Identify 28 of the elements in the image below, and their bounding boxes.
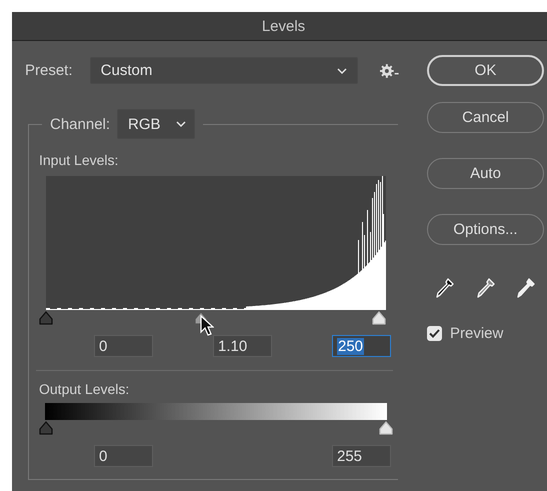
input-field[interactable]: 0	[94, 335, 153, 357]
pointer-icon	[200, 315, 214, 337]
slider-handle[interactable]	[39, 311, 53, 325]
input-field[interactable]: 255	[332, 445, 391, 467]
dialog-button[interactable]: Auto	[427, 158, 544, 189]
input-field[interactable]: 0	[94, 445, 153, 467]
preview-checkbox[interactable]	[427, 326, 442, 341]
eyedropper-icon[interactable]	[435, 277, 455, 299]
preset-dropdown[interactable]: Custom	[90, 57, 358, 84]
dialog-button[interactable]: Cancel	[427, 102, 544, 133]
chevron-icon	[337, 68, 348, 74]
input-levels-label: Input Levels:	[39, 152, 118, 168]
slider-handle[interactable]	[39, 421, 53, 435]
input-field[interactable]: 250	[332, 335, 391, 357]
channel-dropdown[interactable]: RGB	[117, 109, 196, 139]
dialog-button[interactable]: Options...	[427, 214, 544, 245]
eyedropper-icon[interactable]	[516, 277, 536, 299]
settings-icon[interactable]	[380, 62, 400, 78]
slider-handle[interactable]	[379, 421, 393, 435]
output-levels-label: Output Levels:	[39, 381, 130, 397]
channel-label: Channel:	[50, 116, 110, 132]
window-title: Levels	[262, 18, 306, 34]
dialog-button[interactable]: OK	[427, 55, 544, 86]
chevron-icon	[176, 121, 186, 127]
preview-label: Preview	[450, 325, 504, 342]
input-field[interactable]: 1.10	[213, 335, 272, 357]
preset-label: Preset:	[25, 62, 74, 79]
eyedropper-icon[interactable]	[476, 277, 496, 299]
